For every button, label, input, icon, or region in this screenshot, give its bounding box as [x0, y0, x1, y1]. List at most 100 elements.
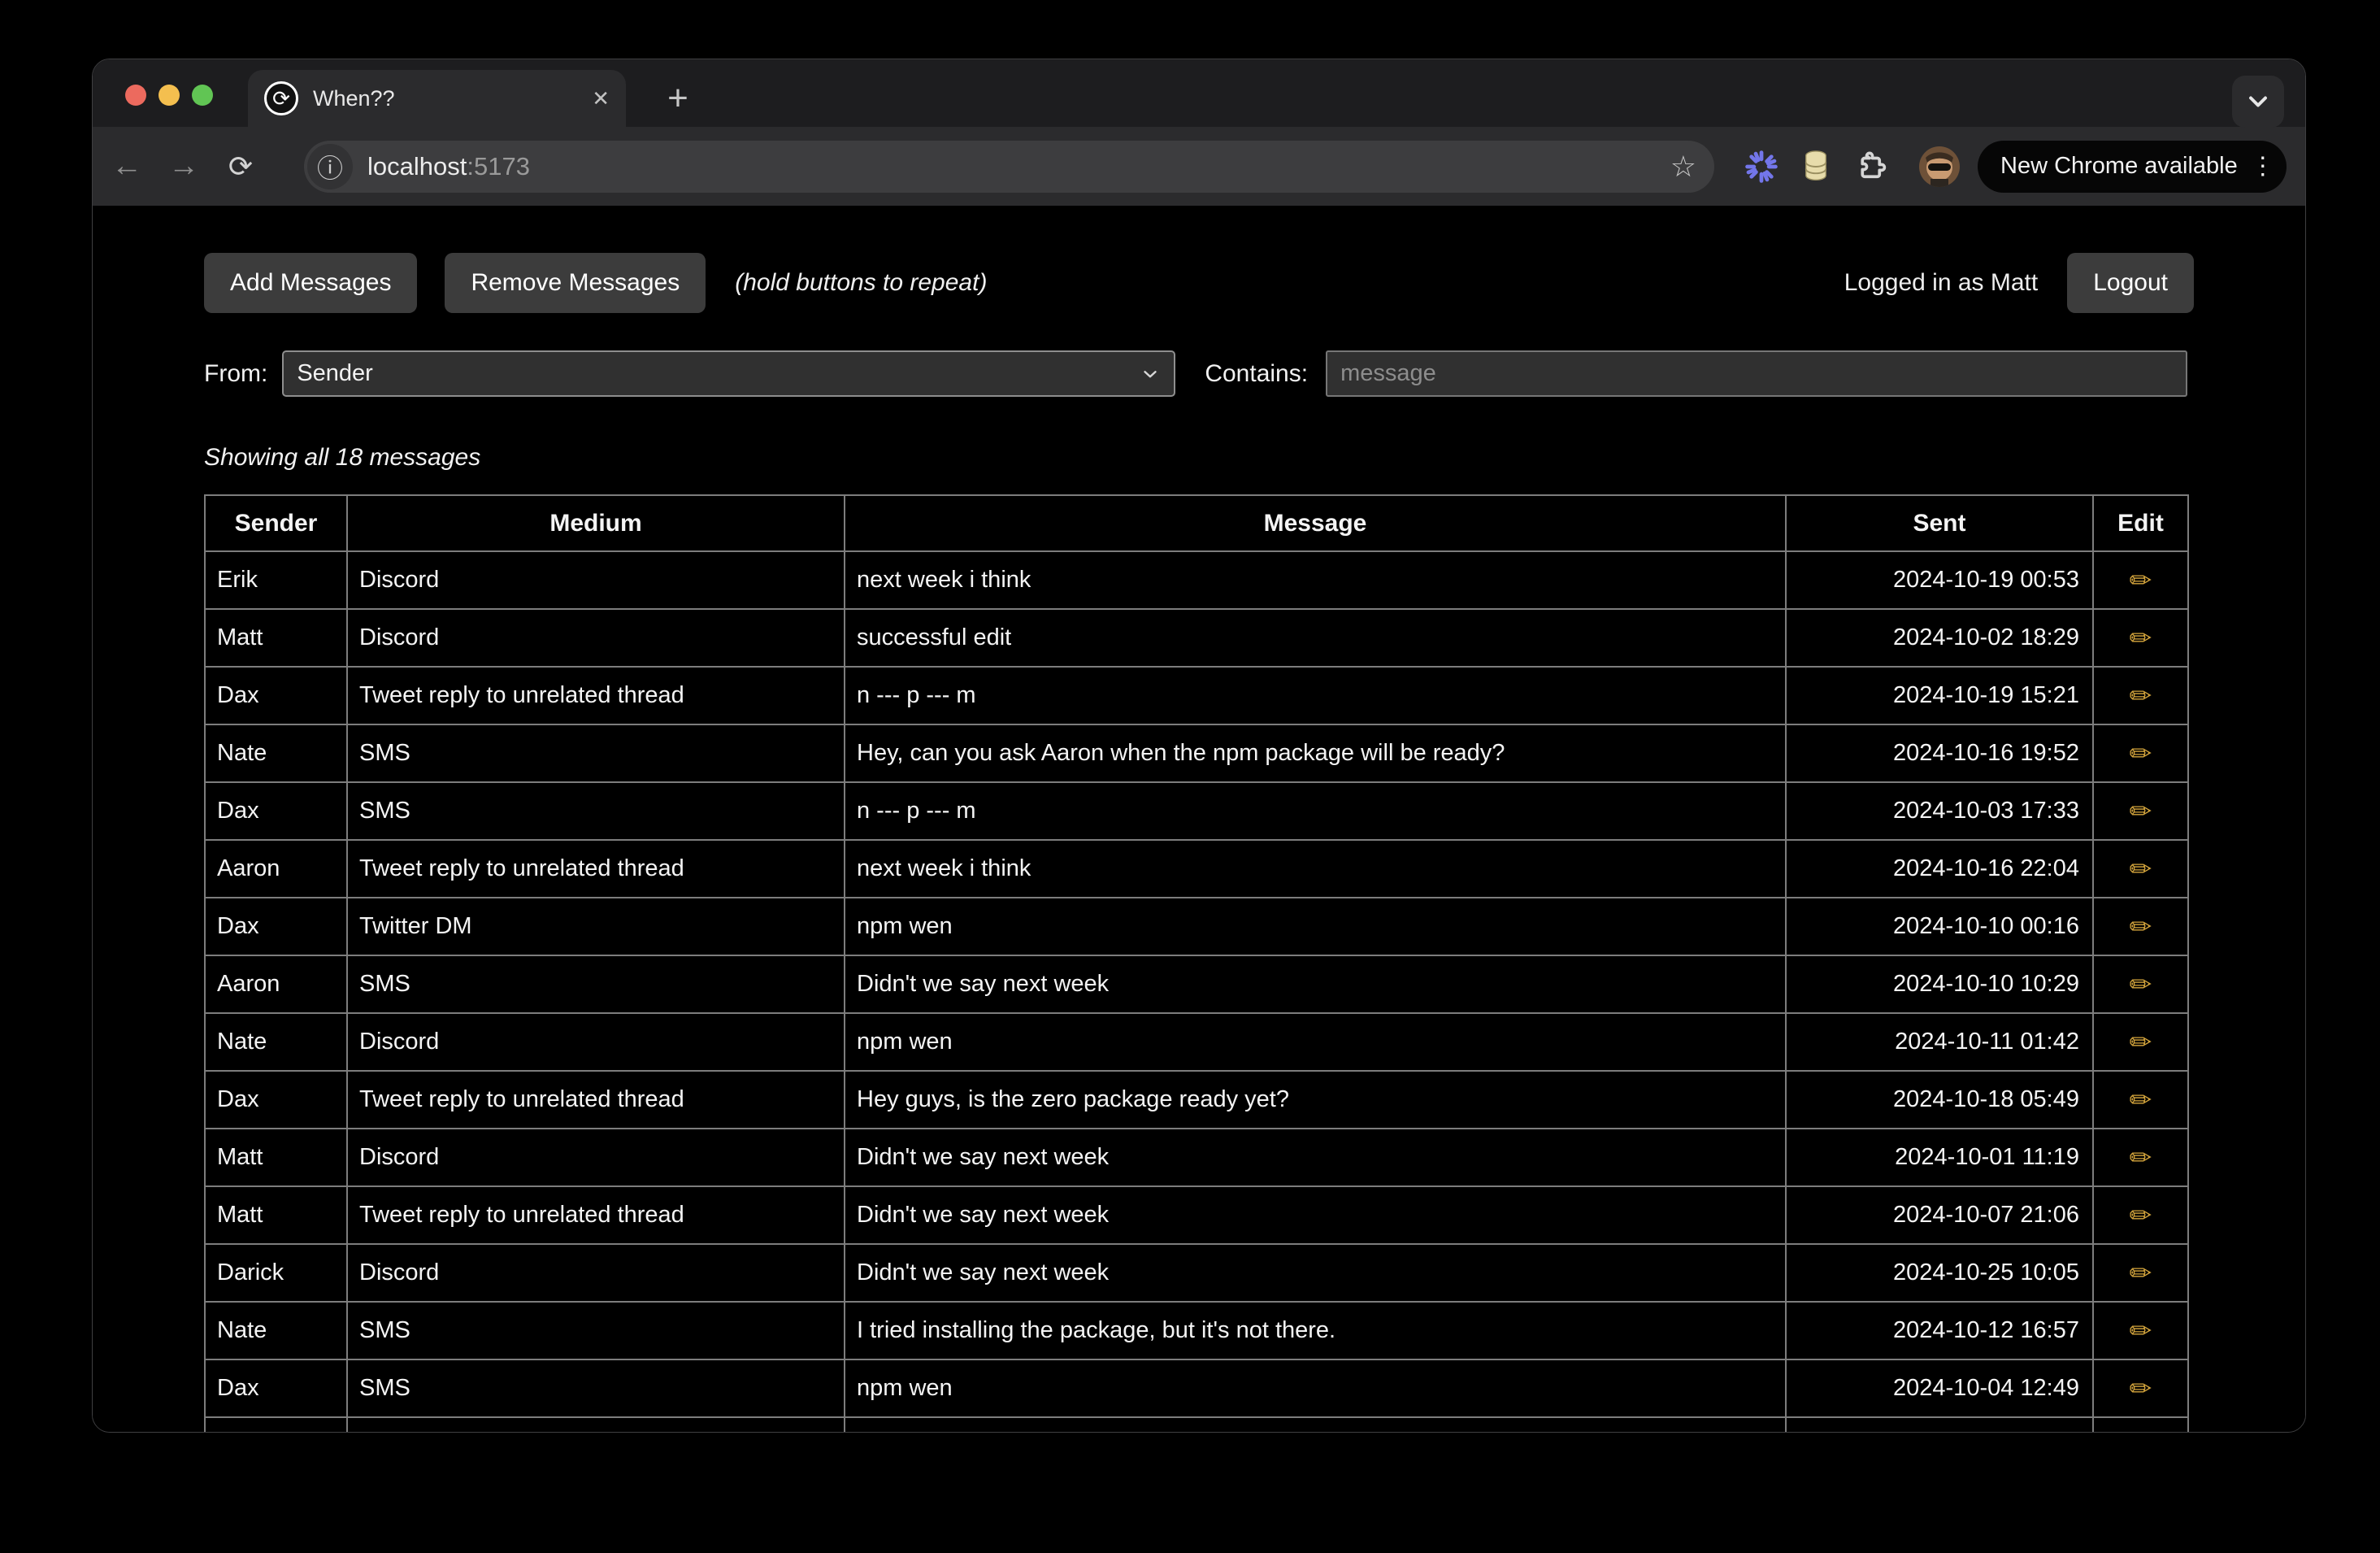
cell-medium: SMS [347, 724, 845, 782]
from-select[interactable]: Sender [282, 350, 1175, 397]
actions-row: Add Messages Remove Messages (hold butto… [204, 253, 2194, 313]
url-host: localhost [367, 152, 467, 181]
cell-sent: 2024-10-07 21:06 [1786, 1186, 2093, 1244]
cell-sender: Matt [205, 609, 347, 667]
remove-messages-button[interactable]: Remove Messages [445, 253, 706, 313]
cell-medium: Discord [347, 1129, 845, 1186]
window-controls [125, 85, 213, 106]
zoom-window-button[interactable] [192, 85, 213, 106]
browser-toolbar: ← → ⟳ ⓘ localhost:5173 ☆ [93, 127, 2305, 206]
edit-pencil-icon[interactable]: ✏ [2093, 609, 2188, 667]
cell-sent: 2024-10-02 18:29 [1786, 609, 2093, 667]
edit-pencil-icon[interactable]: ✏ [2093, 955, 2188, 1013]
tab-search-button[interactable] [2232, 76, 2284, 128]
contains-input[interactable] [1326, 350, 2187, 397]
sync-favicon-icon: ⟳ [264, 81, 298, 115]
cell-sender: Aaron [205, 955, 347, 1013]
table-row: DaxTweet reply to unrelated threadHey gu… [205, 1071, 2188, 1129]
edit-pencil-icon[interactable]: ✏ [2093, 724, 2188, 782]
tab-strip: ⟳ When?? ✕ + [93, 59, 2305, 127]
edit-pencil-icon[interactable]: ✏ [2093, 667, 2188, 724]
table-row: ErikDiscordnext week i think2024-10-19 0… [205, 551, 2188, 609]
cell-medium: Tweet reply to unrelated thread [347, 840, 845, 898]
cell-medium: Discord [347, 1244, 845, 1302]
cell-message: Didn't we say next week [845, 1186, 1786, 1244]
cell-message: n --- p --- m [845, 667, 1786, 724]
message-table-body: ErikDiscordnext week i think2024-10-19 0… [205, 551, 2188, 1433]
cell-message: Hey guys, is the zero package ready yet? [845, 1071, 1786, 1129]
cell-message: npm wen [845, 898, 1786, 955]
table-row: DaxTweet reply to unrelated threadn --- … [205, 667, 2188, 724]
cell-sender: Nate [205, 1013, 347, 1071]
cell-medium: Tweet reply to unrelated thread [347, 667, 845, 724]
cell-message: Didn't we say next week [845, 1244, 1786, 1302]
cell-medium: Discord [347, 551, 845, 609]
cell-medium: SMS [347, 1302, 845, 1359]
reload-button[interactable]: ⟳ [218, 144, 263, 189]
cell-medium: Discord [347, 609, 845, 667]
cell-sent: 2024-10-12 16:57 [1786, 1302, 2093, 1359]
bookmark-star-icon[interactable]: ☆ [1670, 150, 1696, 184]
claude-burst-extension-icon[interactable] [1744, 149, 1779, 185]
database-extension-icon[interactable] [1804, 150, 1828, 184]
edit-pencil-icon[interactable]: ✏ [2093, 1186, 2188, 1244]
edit-pencil-icon[interactable]: ✏ [2093, 840, 2188, 898]
table-row: DaxSMSn --- p --- m2024-10-03 17:33✏ [205, 782, 2188, 840]
browser-window: ⟳ When?? ✕ + ← → ⟳ ⓘ localhost:5173 ☆ [92, 59, 2306, 1433]
edit-pencil-icon[interactable]: ✏ [2093, 1013, 2188, 1071]
table-header-row: Sender Medium Message Sent Edit [205, 495, 2188, 551]
forward-button[interactable]: → [161, 144, 206, 189]
minimize-window-button[interactable] [159, 85, 180, 106]
close-tab-icon[interactable]: ✕ [592, 86, 610, 111]
table-row: NateDiscordnpm wen2024-10-11 01:42✏ [205, 1013, 2188, 1071]
col-header-sender: Sender [205, 495, 347, 551]
cell-sent: 2024-10-03 17:33 [1786, 782, 2093, 840]
cell-empty [347, 1417, 845, 1433]
cell-sender: Matt [205, 1129, 347, 1186]
new-tab-button[interactable]: + [654, 70, 702, 127]
table-row: MattDiscordsuccessful edit2024-10-02 18:… [205, 609, 2188, 667]
edit-pencil-icon[interactable]: ✏ [2093, 898, 2188, 955]
col-header-medium: Medium [347, 495, 845, 551]
table-row: MattDiscordDidn't we say next week2024-1… [205, 1129, 2188, 1186]
add-messages-button[interactable]: Add Messages [204, 253, 417, 313]
kebab-menu-icon[interactable]: ⋮ [2251, 152, 2275, 181]
table-row-partial [205, 1417, 2188, 1433]
active-tab[interactable]: ⟳ When?? ✕ [248, 70, 626, 127]
logout-button[interactable]: Logout [2067, 253, 2194, 313]
cell-message: npm wen [845, 1013, 1786, 1071]
table-row: DarickDiscordDidn't we say next week2024… [205, 1244, 2188, 1302]
address-bar[interactable]: ⓘ localhost:5173 ☆ [304, 141, 1714, 193]
edit-pencil-icon[interactable]: ✏ [2093, 1129, 2188, 1186]
cell-sent: 2024-10-10 10:29 [1786, 955, 2093, 1013]
profile-avatar[interactable] [1919, 146, 1960, 187]
cell-message: n --- p --- m [845, 782, 1786, 840]
cell-sender: Dax [205, 667, 347, 724]
message-count-summary: Showing all 18 messages [204, 444, 2305, 472]
cell-empty [845, 1417, 1786, 1433]
back-button[interactable]: ← [104, 144, 150, 189]
cell-empty [2093, 1417, 2188, 1433]
extensions-puzzle-icon[interactable] [1852, 150, 1887, 184]
edit-pencil-icon[interactable]: ✏ [2093, 1302, 2188, 1359]
avatar-image [1919, 146, 1960, 187]
edit-pencil-icon[interactable]: ✏ [2093, 1071, 2188, 1129]
table-row: DaxSMSnpm wen2024-10-04 12:49✏ [205, 1359, 2188, 1417]
logged-in-text: Logged in as Matt [1844, 269, 2039, 297]
edit-pencil-icon[interactable]: ✏ [2093, 1359, 2188, 1417]
cell-sender: Nate [205, 1302, 347, 1359]
cell-medium: SMS [347, 782, 845, 840]
cell-sender: Aaron [205, 840, 347, 898]
cell-medium: SMS [347, 1359, 845, 1417]
edit-pencil-icon[interactable]: ✏ [2093, 1244, 2188, 1302]
edit-pencil-icon[interactable]: ✏ [2093, 551, 2188, 609]
cell-sender: Darick [205, 1244, 347, 1302]
edit-pencil-icon[interactable]: ✏ [2093, 782, 2188, 840]
from-select-value: Sender [297, 360, 373, 387]
site-info-icon[interactable]: ⓘ [307, 144, 353, 189]
chrome-update-button[interactable]: New Chrome available ⋮ [1978, 141, 2287, 193]
from-label: From: [204, 360, 267, 388]
close-window-button[interactable] [125, 85, 146, 106]
table-row: MattTweet reply to unrelated threadDidn'… [205, 1186, 2188, 1244]
cell-medium: SMS [347, 955, 845, 1013]
